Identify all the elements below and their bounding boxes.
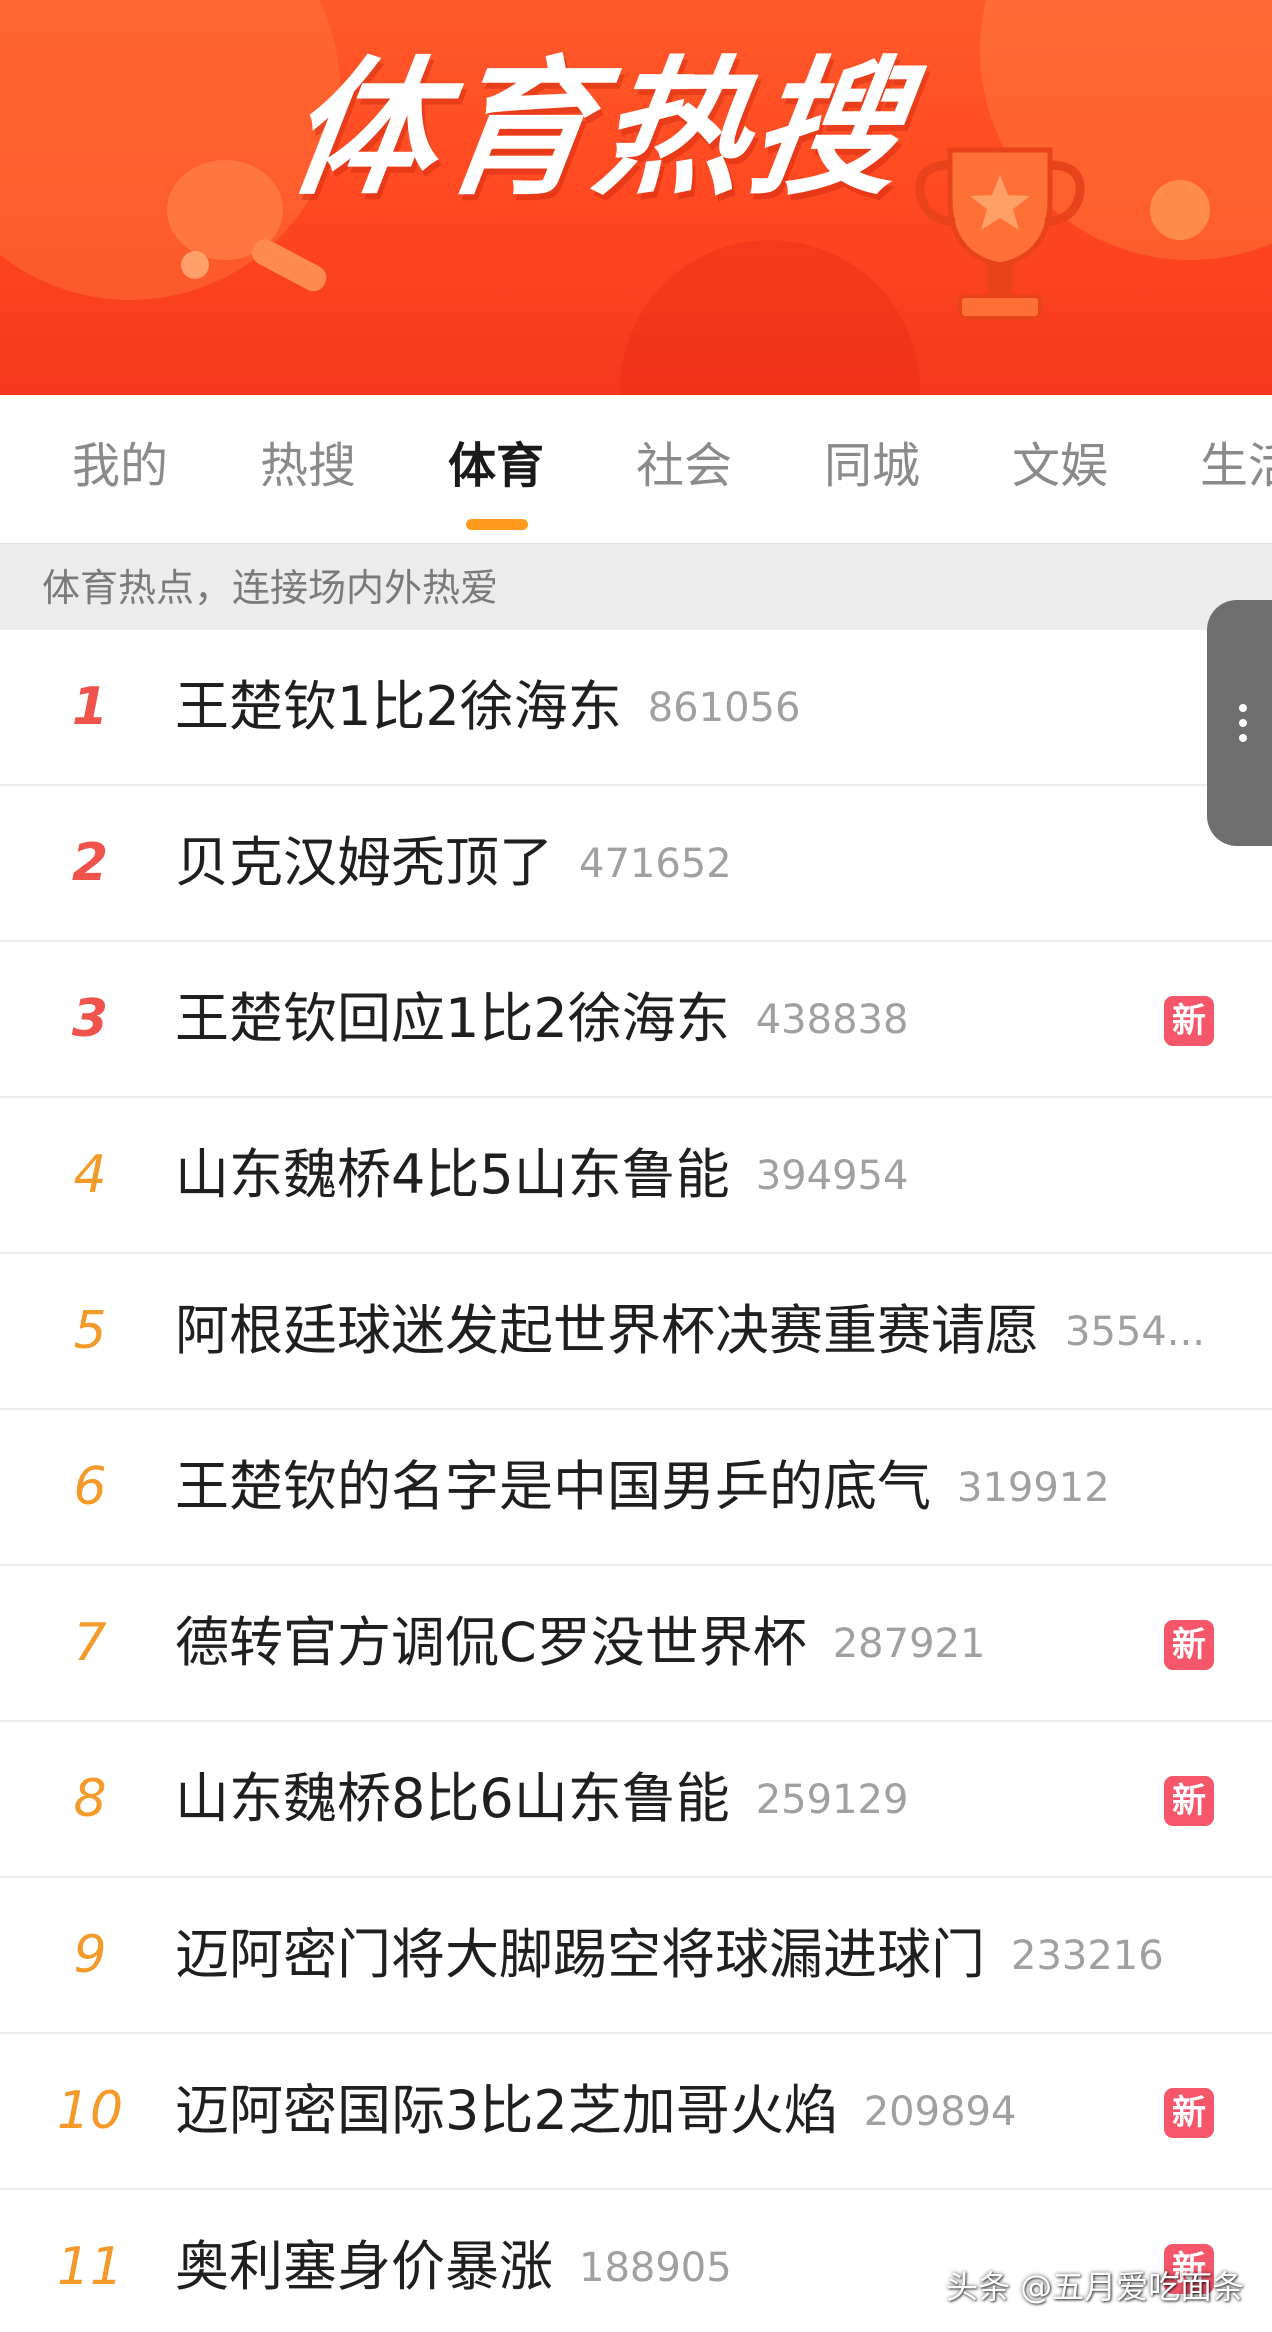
new-badge: 新 [1164, 996, 1214, 1046]
item-heat-count: 209894 [863, 2089, 1017, 2135]
list-item[interactable]: 7 德转官方调侃C罗没世界杯 287921 新 [0, 1566, 1272, 1722]
item-title-wrap: 阿根廷球迷发起世界杯决赛重赛请愿 3554... [175, 1296, 1205, 1367]
item-title-wrap: 王楚钦回应1比2徐海东 438838 [175, 984, 908, 1055]
rank-number: 4 [73, 1145, 107, 1205]
banner-decoration [1150, 180, 1210, 240]
section-subtitle: 体育热点，连接场内外热爱 [42, 566, 499, 610]
category-tabs: 我的 热搜 体育 社会 同城 文娱 生活 [0, 395, 1272, 543]
item-title-wrap: 王楚钦的名字是中国男乒的底气 319912 [175, 1452, 1110, 1523]
rank-number: 5 [73, 1301, 107, 1361]
tab-hot-search[interactable]: 热搜 [260, 435, 356, 497]
item-title[interactable]: 王楚钦的名字是中国男乒的底气 [175, 1455, 931, 1518]
rank-number: 8 [73, 1769, 107, 1829]
list-item[interactable]: 6 王楚钦的名字是中国男乒的底气 319912 [0, 1410, 1272, 1566]
item-title[interactable]: 王楚钦回应1比2徐海东 [175, 987, 730, 1050]
item-title-wrap: 王楚钦1比2徐海东 861056 [175, 672, 800, 743]
item-title[interactable]: 迈阿密门将大脚踢空将球漏进球门 [175, 1923, 985, 1986]
item-heat-count: 3554... [1065, 1309, 1205, 1355]
trophy-icon [915, 147, 1085, 320]
list-item[interactable]: 8 山东魏桥8比6山东鲁能 259129 新 [0, 1722, 1272, 1878]
item-heat-count: 438838 [755, 997, 909, 1043]
item-title[interactable]: 阿根廷球迷发起世界杯决赛重赛请愿 [175, 1299, 1039, 1362]
rank-number: 3 [71, 989, 109, 1049]
item-title-wrap: 奥利塞身价暴涨 188905 [175, 2232, 732, 2303]
item-heat-count: 319912 [957, 1465, 1110, 1511]
new-badge: 新 [1164, 1776, 1214, 1826]
list-item[interactable]: 1 王楚钦1比2徐海东 861056 [0, 630, 1272, 786]
floating-side-menu-handle[interactable] [1207, 600, 1272, 846]
item-heat-count: 259129 [755, 1777, 909, 1823]
header-banner: 体育热搜 [0, 0, 1272, 395]
tab-entertainment[interactable]: 文娱 [1012, 435, 1108, 497]
tab-life[interactable]: 生活 [1200, 435, 1272, 497]
item-title-wrap: 迈阿密门将大脚踢空将球漏进球门 233216 [175, 1920, 1164, 1991]
rank-number: 2 [71, 833, 109, 893]
tab-sports[interactable]: 体育 [448, 435, 544, 497]
item-title-wrap: 贝克汉姆秃顶了 471652 [175, 828, 732, 899]
tab-local[interactable]: 同城 [824, 435, 920, 497]
item-title-wrap: 德转官方调侃C罗没世界杯 287921 [175, 1608, 985, 1679]
item-heat-count: 287921 [832, 1621, 986, 1667]
item-heat-count: 394954 [755, 1153, 909, 1199]
section-subtitle-bar: 体育热点，连接场内外热爱 [0, 543, 1272, 630]
item-title[interactable]: 贝克汉姆秃顶了 [175, 831, 553, 894]
new-badge: 新 [1164, 2088, 1214, 2138]
rank-number: 11 [56, 2237, 124, 2297]
list-item[interactable]: 5 阿根廷球迷发起世界杯决赛重赛请愿 3554... [0, 1254, 1272, 1410]
item-title-wrap: 迈阿密国际3比2芝加哥火焰 209894 [175, 2076, 1016, 2147]
item-title[interactable]: 迈阿密国际3比2芝加哥火焰 [175, 2079, 838, 2142]
item-title[interactable]: 王楚钦1比2徐海东 [175, 675, 622, 738]
rank-number: 6 [73, 1457, 107, 1517]
item-title[interactable]: 山东魏桥4比5山东鲁能 [175, 1143, 730, 1206]
list-item[interactable]: 10 迈阿密国际3比2芝加哥火焰 209894 新 [0, 2034, 1272, 2190]
rank-number: 1 [71, 677, 109, 737]
tab-mine[interactable]: 我的 [72, 435, 168, 497]
item-heat-count: 233216 [1011, 1933, 1164, 1979]
list-item[interactable]: 11 奥利塞身价暴涨 188905 新 [0, 2190, 1272, 2332]
list-item[interactable]: 4 山东魏桥4比5山东鲁能 394954 [0, 1098, 1272, 1254]
item-heat-count: 188905 [579, 2245, 732, 2291]
banner-decoration [620, 240, 920, 395]
item-title-wrap: 山东魏桥4比5山东鲁能 394954 [175, 1140, 908, 1211]
list-item[interactable]: 9 迈阿密门将大脚踢空将球漏进球门 233216 [0, 1878, 1272, 2034]
source-watermark: 头条 @五月爱吃面条 [946, 2268, 1245, 2306]
rank-number: 7 [73, 1613, 107, 1673]
active-tab-indicator [466, 519, 528, 530]
list-item[interactable]: 3 王楚钦回应1比2徐海东 438838 新 [0, 942, 1272, 1098]
rank-number: 10 [56, 2081, 124, 2141]
new-badge: 新 [1164, 1620, 1214, 1670]
item-title-wrap: 山东魏桥8比6山东鲁能 259129 [175, 1764, 908, 1835]
rank-number: 9 [73, 1925, 107, 1985]
list-item[interactable]: 2 贝克汉姆秃顶了 471652 [0, 786, 1272, 942]
tab-society[interactable]: 社会 [636, 435, 732, 497]
item-title[interactable]: 德转官方调侃C罗没世界杯 [175, 1611, 807, 1674]
banner-title: 体育热搜 [277, 43, 919, 215]
item-heat-count: 471652 [579, 841, 732, 887]
item-title[interactable]: 奥利塞身价暴涨 [175, 2235, 553, 2298]
item-title[interactable]: 山东魏桥8比6山东鲁能 [175, 1767, 730, 1830]
item-heat-count: 861056 [647, 685, 801, 731]
